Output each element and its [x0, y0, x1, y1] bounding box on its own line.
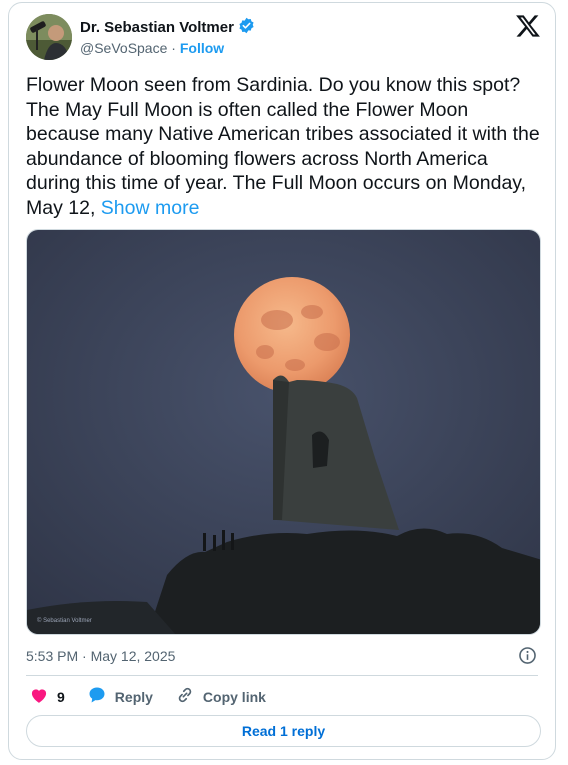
follow-button[interactable]: Follow: [180, 40, 224, 56]
x-logo-icon[interactable]: [515, 13, 541, 45]
author-handle[interactable]: @SeVoSpace: [80, 40, 167, 56]
heart-icon: [29, 685, 49, 708]
info-icon[interactable]: [518, 646, 537, 670]
link-icon: [175, 685, 195, 708]
avatar-image: [26, 14, 72, 60]
read-replies-button[interactable]: Read 1 reply: [26, 715, 541, 747]
tweet-card: Dr. Sebastian Voltmer @SeVoSpace · Follo…: [8, 2, 556, 760]
show-more-link[interactable]: Show more: [101, 197, 200, 219]
verified-badge-icon: [238, 17, 255, 38]
tweet-media[interactable]: © Sebastian Voltmer: [26, 229, 541, 635]
action-bar: 9 Reply Copy link: [29, 685, 288, 708]
author-name[interactable]: Dr. Sebastian Voltmer: [80, 19, 234, 36]
timestamp[interactable]: 5:53 PM · May 12, 2025: [26, 648, 175, 664]
reply-button[interactable]: Reply: [87, 685, 153, 708]
copy-link-button[interactable]: Copy link: [175, 685, 266, 708]
copy-link-label: Copy link: [202, 688, 266, 705]
like-button[interactable]: 9: [29, 685, 65, 708]
separator: ·: [171, 40, 176, 56]
tweet-text: Flower Moon seen from Sardinia. Do you k…: [26, 73, 546, 221]
avatar[interactable]: [26, 14, 72, 60]
author-name-row[interactable]: Dr. Sebastian Voltmer: [80, 17, 255, 38]
speech-bubble-icon: [87, 685, 107, 708]
divider: [26, 675, 538, 676]
like-count: 9: [57, 688, 65, 705]
media-watermark: © Sebastian Voltmer: [37, 617, 92, 624]
reply-label: Reply: [114, 688, 153, 705]
moon-photo: © Sebastian Voltmer: [27, 230, 540, 634]
handle-row: @SeVoSpace · Follow: [80, 40, 224, 56]
